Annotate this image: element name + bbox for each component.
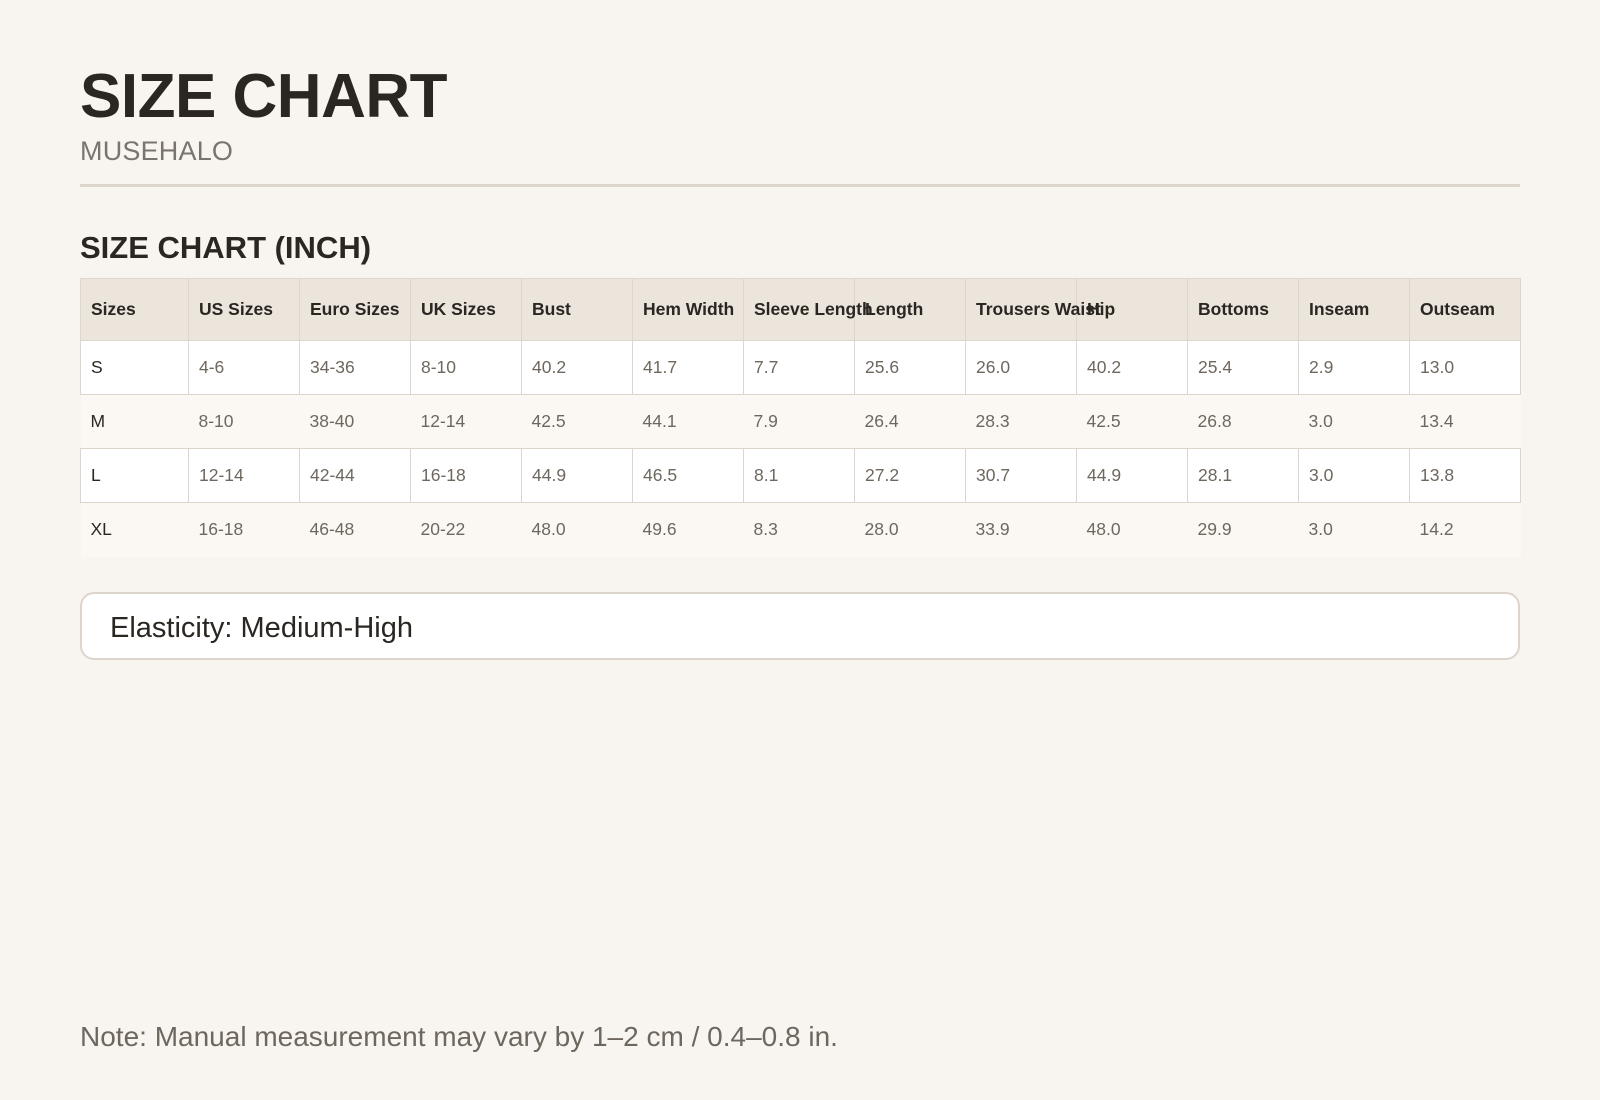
table-cell: 42.5 [521, 394, 633, 449]
header-divider [80, 184, 1520, 187]
table-cell: 4-6 [188, 340, 300, 395]
table-cell: 25.4 [1187, 340, 1299, 395]
table-cell: 38-40 [299, 394, 411, 449]
table-cell: 48.0 [1076, 502, 1188, 557]
table-cell: 28.3 [965, 394, 1077, 449]
table-cell: 7.9 [743, 394, 855, 449]
table-cell: 26.4 [854, 394, 966, 449]
table-cell: 42.5 [1076, 394, 1188, 449]
table-cell: 3.0 [1298, 448, 1410, 503]
column-header-inseam: Inseam [1298, 278, 1410, 341]
table-cell: M [80, 394, 189, 449]
table-cell: 16-18 [188, 502, 300, 557]
table-cell: 33.9 [965, 502, 1077, 557]
table-cell: 29.9 [1187, 502, 1299, 557]
column-header-uk-sizes: UK Sizes [410, 278, 522, 341]
table-cell: 16-18 [410, 448, 522, 503]
table-cell: 3.0 [1298, 394, 1410, 449]
table-cell: 20-22 [410, 502, 522, 557]
table-cell: 26.0 [965, 340, 1077, 395]
table-cell: 44.9 [521, 448, 633, 503]
table-row-m: M 8-10 38-40 12-14 42.5 44.1 7.9 26.4 28… [80, 394, 1521, 449]
table-cell: 42-44 [299, 448, 411, 503]
table-row-l: L 12-14 42-44 16-18 44.9 46.5 8.1 27.2 3… [80, 448, 1521, 503]
table-cell: 13.4 [1409, 394, 1521, 449]
table-cell: 44.1 [632, 394, 744, 449]
table-cell: 28.0 [854, 502, 966, 557]
elasticity-text: Elasticity: Medium-High [110, 612, 413, 644]
table-cell: 8.3 [743, 502, 855, 557]
size-table: Sizes US Sizes Euro Sizes UK Sizes Bust … [80, 278, 1521, 557]
table-row-xl: XL 16-18 46-48 20-22 48.0 49.6 8.3 28.0 … [80, 502, 1521, 557]
table-cell: 14.2 [1409, 502, 1521, 557]
table-cell: 2.9 [1298, 340, 1410, 395]
table-row-s: S 4-6 34-36 8-10 40.2 41.7 7.7 25.6 26.0… [80, 340, 1521, 395]
brand-name: MUSEHALO [80, 136, 234, 166]
measurement-note: Note: Manual measurement may vary by 1–2… [80, 1021, 838, 1052]
table-cell: XL [80, 502, 189, 557]
table-cell: 12-14 [410, 394, 522, 449]
table-cell: 44.9 [1076, 448, 1188, 503]
column-header-sizes: Sizes [80, 278, 189, 341]
page-title: SIZE CHART [80, 62, 448, 131]
column-header-us-sizes: US Sizes [188, 278, 300, 341]
table-cell: 13.8 [1409, 448, 1521, 503]
table-cell: 46-48 [299, 502, 411, 557]
table-cell: 27.2 [854, 448, 966, 503]
column-header-sleeve-length: Sleeve Length [743, 278, 873, 341]
table-cell: 40.2 [521, 340, 633, 395]
table-cell: 40.2 [1076, 340, 1188, 395]
table-cell: 7.7 [743, 340, 855, 395]
table-cell: 34-36 [299, 340, 411, 395]
table-cell: 48.0 [521, 502, 633, 557]
column-header-trousers-waist: Trousers Waist [965, 278, 1101, 341]
table-cell: 12-14 [188, 448, 300, 503]
column-header-euro-sizes: Euro Sizes [299, 278, 411, 341]
table-cell: 13.0 [1409, 340, 1521, 395]
table-header-row: Sizes US Sizes Euro Sizes UK Sizes Bust … [80, 278, 1521, 341]
table-cell: 3.0 [1298, 502, 1410, 557]
table-cell: 41.7 [632, 340, 744, 395]
table-cell: 30.7 [965, 448, 1077, 503]
table-cell: L [80, 448, 189, 503]
column-header-bust: Bust [521, 278, 633, 341]
table-cell: 8-10 [188, 394, 300, 449]
table-cell: 28.1 [1187, 448, 1299, 503]
table-cell: S [80, 340, 189, 395]
column-header-bottoms: Bottoms [1187, 278, 1299, 341]
table-cell: 49.6 [632, 502, 744, 557]
elasticity-box: Elasticity: Medium-High [80, 592, 1520, 660]
column-header-outseam: Outseam [1409, 278, 1521, 341]
table-cell: 8-10 [410, 340, 522, 395]
size-chart-page: SIZE CHART MUSEHALO SIZE CHART (INCH) Si… [80, 0, 1521, 1100]
table-cell: 8.1 [743, 448, 855, 503]
section-title: SIZE CHART (INCH) [80, 230, 372, 265]
table-cell: 25.6 [854, 340, 966, 395]
table-cell: 46.5 [632, 448, 744, 503]
column-header-hip: Hip [1076, 278, 1188, 341]
table-cell: 26.8 [1187, 394, 1299, 449]
column-header-hem-width: Hem Width [632, 278, 744, 341]
column-header-length: Length [854, 278, 966, 341]
